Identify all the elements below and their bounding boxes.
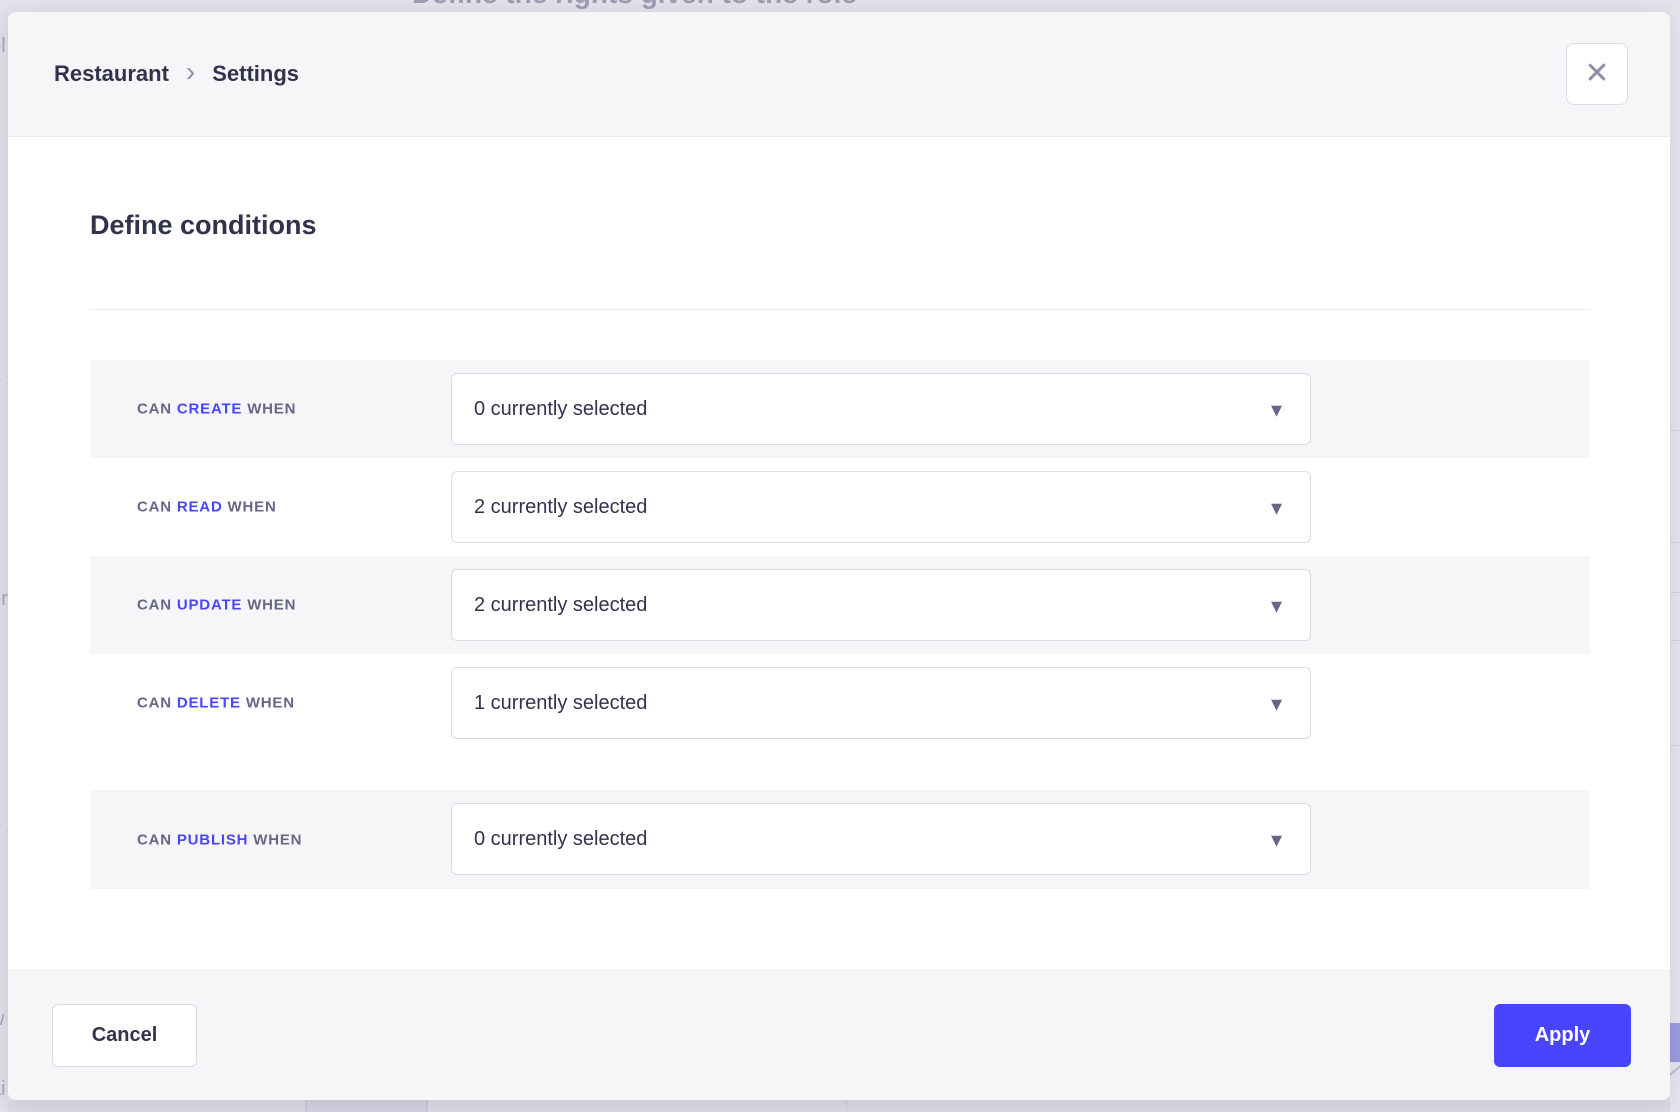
condition-row-publish: CAN PUBLISH WHEN 0 currently selected ▾ [90,790,1590,889]
modal-body: Define conditions CAN CREATE WHEN 0 curr… [8,137,1670,970]
close-icon: ✕ [1584,59,1609,89]
background-page-top-strip: Define the rights given to the role [0,0,1680,12]
background-table-line [846,1100,847,1112]
select-value: 1 currently selected [474,692,647,715]
background-text-fragment: e [0,520,8,543]
select-value: 2 currently selected [474,496,647,519]
modal-header: Restaurant › Settings ✕ [8,12,1670,137]
condition-row-read: CAN READ WHEN 2 currently selected ▾ [90,458,1590,556]
chevron-down-icon: ▾ [1271,595,1282,617]
background-text-fragment: g [0,298,8,321]
background-page-left-strip: ol r d g o ri e er u ti p e w ai [0,12,8,1100]
select-value: 0 currently selected [474,398,647,421]
background-row-line [1670,745,1680,746]
apply-button[interactable]: Apply [1494,1004,1631,1067]
permission-label-publish: CAN PUBLISH WHEN [137,831,302,848]
background-text-fragment: e [0,930,8,953]
background-page-title: Define the rights given to the role [412,0,857,10]
background-page-right-strip [1670,12,1680,1112]
background-table-cell [305,1100,428,1112]
permission-label-read: CAN READ WHEN [137,499,277,516]
select-value: 0 currently selected [474,828,647,851]
background-text-fragment: d [0,225,8,248]
select-value: 2 currently selected [474,594,647,617]
condition-row-update: CAN UPDATE WHEN 2 currently selected ▾ [90,556,1590,654]
read-conditions-select[interactable]: 2 currently selected ▾ [451,471,1311,543]
chevron-down-icon: ▾ [1271,829,1282,851]
background-text-fragment: p [0,815,8,838]
background-text-fragment: er [0,588,8,611]
chevron-down-icon: ▾ [1271,399,1282,421]
background-text-fragment: ri [0,440,8,463]
breadcrumb: Restaurant › Settings [54,61,299,87]
update-conditions-select[interactable]: 2 currently selected ▾ [451,569,1311,641]
background-row-line [1670,592,1680,593]
cancel-button[interactable]: Cancel [52,1004,197,1067]
background-row-line [1670,640,1680,641]
settings-modal: Restaurant › Settings ✕ Define condition… [8,12,1670,1100]
permission-label-update: CAN UPDATE WHEN [137,597,296,614]
modal-footer: Cancel Apply [8,970,1670,1100]
breadcrumb-settings: Settings [212,61,299,87]
background-text-fragment: r [0,160,8,183]
background-text-fragment: ti [0,735,8,758]
background-page-bottom-strip [8,1100,1670,1112]
condition-row-delete: CAN DELETE WHEN 1 currently selected ▾ [90,654,1590,752]
permission-label-create: CAN CREATE WHEN [137,401,296,418]
close-button[interactable]: ✕ [1566,43,1628,105]
chevron-down-icon: ▾ [1271,497,1282,519]
background-check-mark [1670,1065,1680,1077]
background-save-button-edge [1670,1023,1680,1062]
background-text-fragment: ol [0,35,8,58]
background-row-line [1670,430,1680,431]
chevron-down-icon: ▾ [1271,693,1282,715]
chevron-right-icon: › [186,58,195,86]
conditions-list: CAN CREATE WHEN 0 currently selected ▾ C… [90,137,1590,970]
breadcrumb-restaurant: Restaurant [54,61,169,87]
permission-label-delete: CAN DELETE WHEN [137,695,295,712]
delete-conditions-select[interactable]: 1 currently selected ▾ [451,667,1311,739]
condition-row-create: CAN CREATE WHEN 0 currently selected ▾ [90,360,1590,458]
create-conditions-select[interactable]: 0 currently selected ▾ [451,373,1311,445]
background-text-fragment: o [0,368,8,391]
background-text-fragment: w [0,1008,8,1031]
background-text-fragment: u [0,656,8,679]
background-text-fragment: ai [0,1078,8,1100]
publish-conditions-select[interactable]: 0 currently selected ▾ [451,803,1311,875]
background-row-line [1670,542,1680,543]
